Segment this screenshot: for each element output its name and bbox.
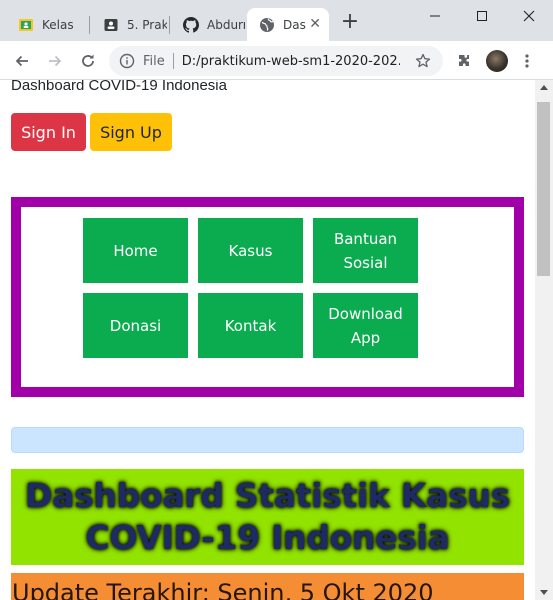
tab-github[interactable]: Abdurr bbox=[171, 8, 245, 41]
maximize-icon[interactable] bbox=[470, 6, 494, 26]
menu-item-kasus[interactable]: Kasus bbox=[198, 218, 303, 283]
menu-item-kontak[interactable]: Kontak bbox=[198, 293, 303, 358]
chrome-menu-icon[interactable] bbox=[514, 48, 540, 74]
info-alert-bar bbox=[11, 427, 524, 453]
url-scheme-label: File bbox=[143, 53, 165, 69]
main-menu-box: Home Kasus Bantuan Sosial Donasi Kontak … bbox=[11, 197, 524, 397]
bookmark-star-icon[interactable] bbox=[415, 53, 431, 73]
menu-item-bantuan-sosial[interactable]: Bantuan Sosial bbox=[313, 218, 418, 283]
page-viewport: Dashboard COVID-19 Indonesia Sign In Sig… bbox=[0, 80, 535, 600]
browser-toolbar: File D:/praktikum-web-sm1-2020-202... bbox=[0, 41, 553, 80]
sign-in-button[interactable]: Sign In bbox=[11, 113, 86, 151]
tab-separator bbox=[89, 16, 90, 34]
minimize-icon[interactable] bbox=[423, 6, 447, 26]
tab-dashboard-active[interactable]: Das ✕ bbox=[247, 8, 329, 41]
tab-separator bbox=[169, 16, 170, 34]
menu-item-home[interactable]: Home bbox=[83, 218, 188, 283]
site-title: Dashboard COVID-19 Indonesia bbox=[11, 80, 227, 94]
tab-strip: Kelas 5. Prakt Abdurr Das ✕ + bbox=[0, 0, 553, 41]
github-icon bbox=[183, 16, 199, 33]
tab-title: Abdurr bbox=[207, 17, 245, 32]
profile-avatar[interactable] bbox=[486, 50, 508, 72]
extensions-puzzle-icon[interactable] bbox=[451, 48, 477, 74]
close-tab-icon[interactable]: ✕ bbox=[309, 17, 321, 31]
page-headline: Dashboard Statistik Kasus COVID-19 Indon… bbox=[25, 476, 510, 557]
globe-icon bbox=[259, 17, 275, 33]
info-icon[interactable] bbox=[119, 53, 135, 69]
reload-icon[interactable] bbox=[75, 48, 101, 74]
last-update-banner: Update Terakhir: Senin, 5 Okt 2020 bbox=[11, 573, 524, 600]
url-divider bbox=[172, 53, 174, 69]
tab-title: Kelas bbox=[42, 17, 74, 32]
menu-item-download-app[interactable]: Download App bbox=[313, 293, 418, 358]
last-update-text: Update Terakhir: Senin, 5 Okt 2020 bbox=[12, 579, 434, 600]
tab-praktikum[interactable]: 5. Prakt bbox=[91, 8, 167, 41]
tab-title: Das bbox=[283, 17, 306, 32]
address-bar[interactable]: File D:/praktikum-web-sm1-2020-202... bbox=[109, 46, 443, 76]
menu-item-donasi[interactable]: Donasi bbox=[83, 293, 188, 358]
tab-title: 5. Prakt bbox=[127, 17, 167, 32]
headline-banner: Dashboard Statistik Kasus COVID-19 Indon… bbox=[11, 469, 524, 565]
sign-up-button[interactable]: Sign Up bbox=[90, 113, 172, 151]
scroll-down-arrow-icon[interactable] bbox=[540, 590, 548, 595]
url-text[interactable]: D:/praktikum-web-sm1-2020-202... bbox=[182, 54, 400, 69]
forward-arrow-icon[interactable] bbox=[42, 48, 68, 74]
scroll-up-arrow-icon[interactable] bbox=[540, 85, 548, 90]
classroom-assignment-icon bbox=[103, 17, 119, 33]
scrollbar-thumb[interactable] bbox=[537, 102, 550, 276]
page-scrollbar[interactable] bbox=[535, 80, 553, 600]
new-tab-button[interactable]: + bbox=[340, 11, 360, 33]
window-close-icon[interactable] bbox=[517, 6, 541, 26]
back-arrow-icon[interactable] bbox=[9, 48, 35, 74]
google-classroom-icon bbox=[18, 17, 34, 33]
tab-kelas[interactable]: Kelas bbox=[6, 8, 86, 41]
